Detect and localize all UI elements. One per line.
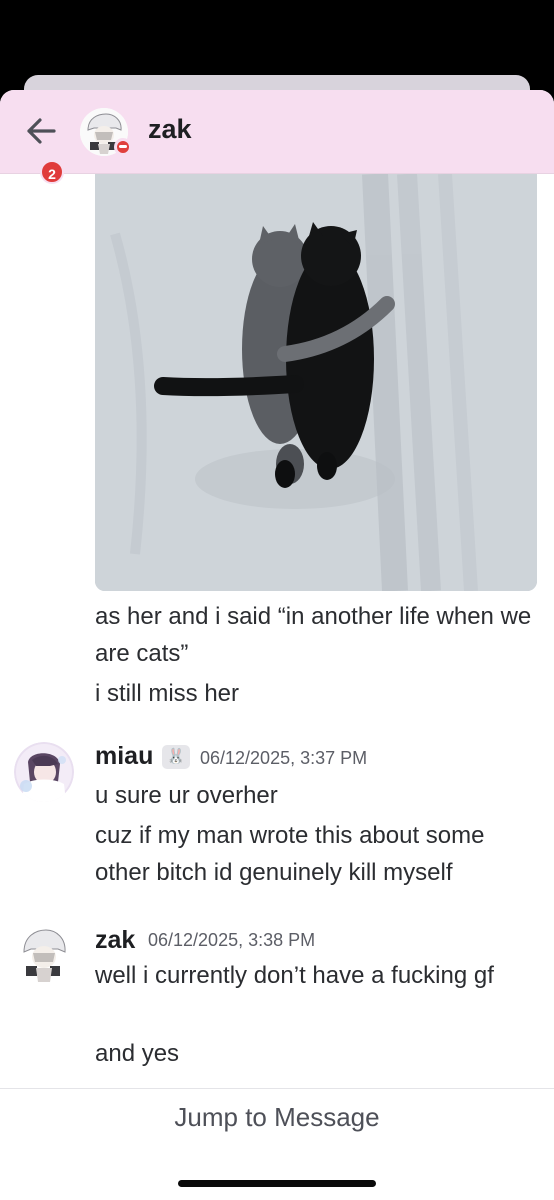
message-text: as her and i said “in another life when … bbox=[95, 603, 532, 667]
message-text: i still miss her bbox=[95, 680, 240, 707]
message-text: u sure ur overher bbox=[95, 782, 278, 809]
avatar-image bbox=[14, 924, 74, 984]
timestamp: 06/12/2025, 3:37 PM bbox=[200, 748, 368, 768]
message-text: cuz if my man wrote this about some othe… bbox=[95, 822, 485, 886]
back-button[interactable]: 2 bbox=[24, 112, 64, 184]
username[interactable]: zak bbox=[95, 926, 135, 955]
dnd-status-icon bbox=[114, 138, 132, 156]
username[interactable]: miau bbox=[95, 742, 153, 771]
unread-badge: 2 bbox=[40, 160, 64, 184]
divider bbox=[0, 1088, 554, 1089]
status-bar bbox=[0, 0, 554, 76]
jump-to-message-button[interactable]: Jump to Message bbox=[0, 1102, 554, 1133]
home-indicator[interactable] bbox=[178, 1180, 376, 1187]
rabbit-icon: 🐰 bbox=[162, 745, 190, 769]
message-text: well i currently don’t have a fucking gf bbox=[95, 962, 494, 989]
gif-attachment[interactable] bbox=[95, 174, 537, 591]
timestamp: 06/12/2025, 3:38 PM bbox=[148, 930, 316, 950]
message-sheet: 2 zak as her and i said “in another life… bbox=[0, 90, 554, 1200]
channel-header: 2 zak bbox=[0, 90, 554, 184]
message-text: and yes bbox=[95, 1040, 180, 1067]
cats-in-snow-image bbox=[95, 174, 537, 591]
avatar-image bbox=[14, 742, 74, 802]
arrow-left-icon bbox=[27, 118, 56, 144]
avatar[interactable] bbox=[14, 924, 74, 984]
avatar[interactable] bbox=[14, 742, 74, 802]
channel-title: zak bbox=[148, 114, 192, 144]
